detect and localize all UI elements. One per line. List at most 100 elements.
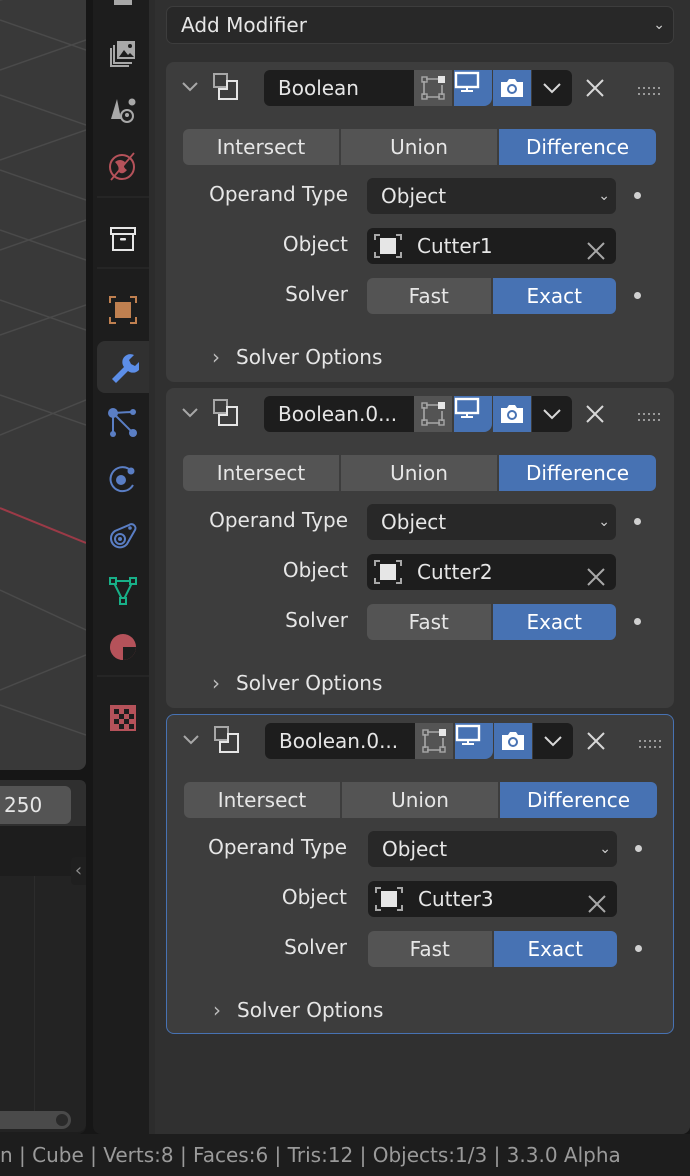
collapse-chevron-down-icon[interactable] [180,402,200,426]
tab-scene[interactable] [97,140,149,192]
add-modifier-dropdown[interactable]: Add Modifier ⌄ [166,6,674,44]
tab-modifiers[interactable] [97,341,149,393]
camera-icon [502,732,524,750]
tab-render[interactable] [97,0,149,28]
solver-label: Solver [284,935,347,959]
object-value: Cutter1 [417,234,493,258]
camera-icon [501,405,523,423]
3d-viewport[interactable] [0,0,86,770]
clear-object-close-icon[interactable] [587,889,607,925]
operand-type-dropdown[interactable]: Object ⌄ [368,831,617,867]
modifier-extras-menu[interactable] [533,723,573,759]
operation-intersect[interactable]: Intersect [183,129,339,165]
tab-constraints[interactable] [97,509,149,561]
texture-icon [110,705,136,731]
tab-separator [97,267,149,269]
tab-collection[interactable] [97,213,149,265]
solver-fast[interactable]: Fast [368,931,492,967]
operation-union[interactable]: Union [340,782,498,818]
operand-type-value: Object [381,510,447,534]
timeline-scrollbar[interactable] [0,1111,71,1129]
remove-modifier-button[interactable] [577,723,615,759]
operand-type-value: Object [381,184,447,208]
remove-modifier-button[interactable] [576,70,614,106]
object-field[interactable]: Cutter1 [367,228,616,264]
viewport-grid [0,0,86,736]
wrench-icon [112,354,139,383]
operation-difference[interactable]: Difference [497,455,656,491]
operand-type-dropdown[interactable]: Object ⌄ [367,504,616,540]
collapse-chevron-down-icon[interactable] [181,729,201,753]
sidebar-toggle-chevron-left-icon[interactable]: ‹ [71,857,86,885]
object-field[interactable]: Cutter2 [367,554,616,590]
collapse-chevron-down-icon[interactable] [180,76,200,100]
chevron-down-icon: ⌄ [653,17,665,33]
drag-handle-icon[interactable] [638,408,660,427]
particles-icon [108,408,137,437]
drag-handle-icon[interactable] [639,735,661,754]
status-bar: n | Cube | Verts:8 | Faces:6 | Tris:12 |… [0,1134,690,1176]
tab-object[interactable] [97,284,149,336]
clear-object-close-icon[interactable] [586,236,606,272]
show-in-viewport-toggle[interactable] [454,70,492,106]
operation-intersect[interactable]: Intersect [183,455,339,491]
object-label: Object [282,232,348,256]
animate-property-dot[interactable] [634,192,641,199]
operation-difference[interactable]: Difference [498,782,657,818]
animate-property-dot[interactable] [634,518,641,525]
edit-mode-toggle[interactable] [414,396,452,432]
operand-type-dropdown[interactable]: Object ⌄ [367,178,616,214]
show-in-render-toggle[interactable] [493,70,531,106]
operation-selector: Intersect Union Difference [184,782,657,818]
show-in-render-toggle[interactable] [494,723,532,759]
boolean-modifier-icon [213,725,243,759]
chevron-down-icon [543,409,561,420]
solver-options-label: Solver Options [237,998,384,1022]
clear-object-close-icon[interactable] [586,562,606,598]
modifier-panel: Boolean Intersect Union Difference Opera… [166,62,674,382]
drag-handle-icon[interactable] [638,82,660,101]
object-field[interactable]: Cutter3 [368,881,617,917]
properties-tab-bar [93,0,149,1134]
chevron-down-icon: ⌄ [598,514,610,530]
animate-property-dot[interactable] [635,845,642,852]
solver-exact[interactable]: Exact [491,931,617,967]
show-in-render-toggle[interactable] [493,396,531,432]
tab-texture[interactable] [97,692,149,744]
tab-material[interactable] [97,621,149,673]
edit-mode-icon [422,729,446,753]
edit-mode-toggle[interactable] [415,723,453,759]
animate-property-dot[interactable] [635,945,642,952]
end-frame-field[interactable]: 250 [0,786,71,824]
scrollbar-handle[interactable] [56,1114,68,1126]
operation-intersect[interactable]: Intersect [184,782,340,818]
solver-options-subpanel[interactable]: › Solver Options [213,998,383,1022]
tab-output[interactable] [97,28,149,80]
animate-property-dot[interactable] [634,292,641,299]
edit-mode-icon [421,402,445,426]
remove-modifier-button[interactable] [576,396,614,432]
animate-property-dot[interactable] [634,618,641,625]
solver-exact[interactable]: Exact [490,278,616,314]
solver-exact[interactable]: Exact [490,604,616,640]
modifier-panel: Boolean.0... Intersect Union Difference … [166,714,674,1034]
modifier-name-field[interactable]: Boolean.0... [264,396,414,432]
edit-mode-toggle[interactable] [414,70,452,106]
solver-fast[interactable]: Fast [367,604,491,640]
modifier-name-field[interactable]: Boolean [264,70,414,106]
show-in-viewport-toggle[interactable] [454,396,492,432]
solver-fast[interactable]: Fast [367,278,491,314]
modifier-name-field[interactable]: Boolean.0... [265,723,415,759]
operation-union[interactable]: Union [339,455,497,491]
tab-view-layer[interactable] [97,84,149,136]
solver-options-subpanel[interactable]: › Solver Options [212,671,382,695]
solver-options-subpanel[interactable]: › Solver Options [212,345,382,369]
modifier-extras-menu[interactable] [532,396,572,432]
operation-union[interactable]: Union [339,129,497,165]
show-in-viewport-toggle[interactable] [455,723,493,759]
operation-difference[interactable]: Difference [497,129,656,165]
tab-particles[interactable] [97,397,149,449]
tab-data[interactable] [97,565,149,617]
modifier-extras-menu[interactable] [532,70,572,106]
tab-physics[interactable] [97,453,149,505]
